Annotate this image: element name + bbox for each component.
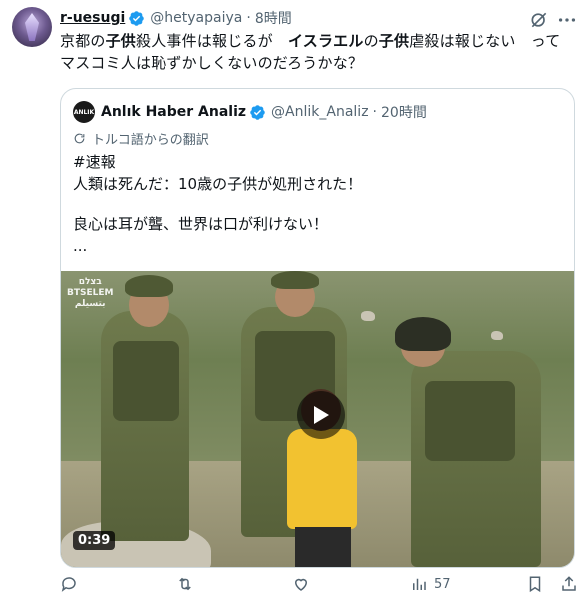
translate-icon <box>74 133 85 144</box>
video-figure-helmet <box>395 317 451 351</box>
quoted-text-line: ... <box>73 237 88 255</box>
tweet-time[interactable]: 8時間 <box>255 8 292 28</box>
author-avatar[interactable] <box>12 7 52 47</box>
tweet-text-bold: イスラエル <box>288 32 364 50</box>
separator-dot: · <box>246 10 251 26</box>
quoted-tweet-time[interactable]: 20時間 <box>381 102 427 122</box>
grok-icon[interactable] <box>529 10 549 30</box>
verified-badge-icon <box>249 104 266 121</box>
author-handle[interactable]: @hetyapaiya <box>150 10 242 26</box>
quoted-tweet-text: #速報 人類は死んだ：10歳の子供が処刑された！ 良心は耳が聾、世界は口が利けな… <box>73 151 563 257</box>
separator-dot: · <box>372 104 377 120</box>
verified-badge-icon <box>128 10 145 27</box>
quoted-author-handle[interactable]: @Anlik_Analiz <box>271 104 369 120</box>
share-button[interactable] <box>560 572 578 596</box>
like-button[interactable] <box>292 572 310 596</box>
quoted-tweet-header: Anlık Haber Analiz @Anlik_Analiz · 20時間 <box>101 101 427 123</box>
translation-label[interactable]: トルコ語からの翻訳 <box>73 129 209 148</box>
bookmark-button[interactable] <box>526 572 544 596</box>
quoted-text-gap <box>73 195 563 213</box>
quoted-text-line: 良心は耳が聾、世界は口が利けない！ <box>73 215 329 233</box>
video-player[interactable]: בצלם BTSELEM بتسيلم 0:39 <box>61 271 574 567</box>
share-icon <box>562 576 576 591</box>
tweet-text-bold: 子供 <box>378 32 410 50</box>
quoted-author-name[interactable]: Anlık Haber Analiz <box>101 104 246 120</box>
quoted-text-line: #速報 <box>73 153 116 171</box>
repost-icon <box>179 577 191 591</box>
video-figure-helmet <box>271 271 319 289</box>
video-figure-pants <box>295 527 351 567</box>
views-count: 57 <box>434 576 451 592</box>
tweet-text-part: 殺人事件は報じるが <box>136 32 289 50</box>
play-icon <box>314 406 329 424</box>
reply-button[interactable] <box>60 572 78 596</box>
quoted-avatar-text: ANLIK <box>73 108 95 116</box>
video-duration: 0:39 <box>73 531 116 550</box>
tweet-text: 京都の子供殺人事件は報じるが イスラエルの子供虐殺は報じない ってマスコミ人は恥… <box>60 30 575 74</box>
heart-icon <box>294 578 308 591</box>
translation-text: トルコ語からの翻訳 <box>92 133 209 148</box>
video-rock <box>361 311 375 321</box>
quoted-author-avatar[interactable]: ANLIK <box>73 101 95 123</box>
more-options-icon[interactable] <box>556 9 578 31</box>
watermark-text: بتسيلم <box>74 299 106 309</box>
bookmark-icon <box>529 576 541 593</box>
tweet-text-bold: 子供 <box>105 32 137 50</box>
tweet-actions: 57 <box>60 572 580 596</box>
video-watermark: בצלם BTSELEM بتسيلم <box>67 277 113 310</box>
watermark-text: BTSELEM <box>67 288 114 298</box>
video-figure-helmet <box>125 275 173 297</box>
repost-button[interactable] <box>176 572 194 596</box>
video-rock <box>491 331 503 340</box>
analytics-icon <box>413 578 426 590</box>
watermark-text: בצלם <box>78 277 102 287</box>
reply-icon <box>61 577 76 592</box>
video-figure <box>287 429 357 529</box>
quoted-tweet-card[interactable]: ANLIK Anlık Haber Analiz @Anlik_Analiz ·… <box>60 88 575 568</box>
video-figure-vest <box>425 381 515 461</box>
video-figure-vest <box>113 341 179 421</box>
play-button[interactable] <box>297 391 345 439</box>
tweet-text-part: の <box>363 32 379 50</box>
author-name[interactable]: r-uesugi <box>60 10 125 26</box>
views-button[interactable]: 57 <box>410 572 451 596</box>
quoted-text-line: 人類は死んだ：10歳の子供が処刑された！ <box>73 175 363 193</box>
tweet-text-part: 京都の <box>60 32 106 50</box>
tweet-header: r-uesugi @hetyapaiya · 8時間 <box>60 7 292 29</box>
